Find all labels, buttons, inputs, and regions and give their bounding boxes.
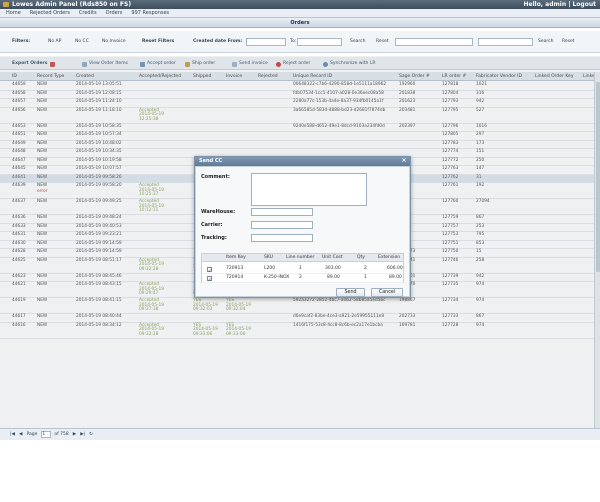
dialog-title-bar: Send CC ×	[195, 157, 410, 166]
items-table: Item Key SKU Line number Unit Cost Qty E…	[201, 253, 404, 283]
item-sku: L200	[264, 266, 276, 271]
tracking-input[interactable]	[251, 234, 313, 242]
items-col-qty: Qty	[357, 255, 365, 260]
filter-bar: Filters: No AP No CC No Invoice Reset Fi…	[0, 31, 600, 53]
item-key: 720913	[226, 266, 244, 271]
warehouse-label: WareHouse:	[201, 209, 236, 215]
status-select[interactable]	[395, 38, 473, 46]
user-area: Hello, admin | Logout	[523, 1, 596, 8]
tracking-label: Tracking:	[201, 235, 227, 241]
item-row: ✓ 720914 K-250-INOX 2 89.00 1 89.00	[202, 274, 403, 283]
item-extension: 606.00	[387, 266, 403, 271]
page-title: Orders	[0, 18, 600, 28]
date-from-input[interactable]	[246, 38, 286, 46]
warehouse-input[interactable]	[251, 208, 313, 216]
date-search-button[interactable]: Search	[350, 38, 365, 46]
app-logo-icon	[3, 2, 9, 7]
comment-textarea[interactable]	[251, 173, 367, 206]
item-qty: 1	[364, 275, 367, 280]
item-checkbox[interactable]: ✓	[207, 267, 212, 274]
carrier-input[interactable]	[251, 221, 313, 229]
text-reset-button[interactable]: Reset	[562, 38, 575, 46]
prev-page-icon[interactable]: ◀	[19, 432, 22, 437]
carrier-label: Carrier:	[201, 222, 223, 228]
date-reset-button[interactable]: Reset	[376, 38, 389, 46]
cancel-button[interactable]: Cancel	[371, 288, 403, 297]
comment-label: Comment:	[201, 174, 230, 180]
filter-no-ap-button[interactable]: No AP	[48, 38, 61, 46]
item-checkbox[interactable]: ✓	[207, 276, 212, 283]
date-from-label: Created date From:	[193, 39, 243, 44]
filter-no-cc-button[interactable]: No CC	[75, 38, 89, 46]
item-row: ✓ 720913 L200 1 303.00 2 606.00	[202, 265, 403, 274]
items-col-extension: Extension	[378, 255, 401, 260]
items-col-line-number: Line number	[286, 255, 315, 260]
title-bar: Lowes Admin Panel (Rds850 on FS) Hello, …	[0, 0, 600, 9]
dialog-title: Send CC	[199, 158, 223, 164]
dialog-body: Comment: WareHouse: Carrier: Tracking: I…	[195, 166, 410, 297]
send-cc-dialog: Send CC × Comment: WareHouse: Carrier: T…	[194, 156, 411, 298]
item-line: 2	[299, 275, 302, 280]
filters-label: Filters:	[12, 39, 31, 44]
menu-item-rejected-orders[interactable]: Rejected Orders	[30, 9, 70, 17]
menu-item-home[interactable]: Home	[6, 9, 21, 17]
items-table-header: Item Key SKU Line number Unit Cost Qty E…	[202, 254, 403, 262]
item-line: 1	[299, 266, 302, 271]
next-page-icon[interactable]: ▶	[73, 432, 76, 437]
item-qty: 2	[364, 266, 367, 271]
page-footer-space	[0, 440, 600, 502]
menu-item-997-responses[interactable]: 997 Responses	[131, 9, 169, 17]
page-input[interactable]: 1	[41, 431, 52, 438]
page-count: of 758	[54, 432, 69, 437]
app-title: Lowes Admin Panel (Rds850 on FS)	[12, 1, 132, 8]
date-to-label: To:	[290, 39, 297, 44]
item-cost: 89.00	[327, 275, 340, 280]
user-greeting: Hello, admin	[523, 1, 567, 8]
last-page-icon[interactable]: ▶|	[80, 432, 85, 437]
menu-item-credits[interactable]: Credits	[79, 9, 97, 17]
item-cost: 303.00	[325, 266, 341, 271]
send-button[interactable]: Send	[336, 288, 365, 297]
date-to-input[interactable]	[297, 38, 342, 46]
menu-item-orders[interactable]: Orders	[106, 9, 123, 17]
item-key: 720914	[226, 275, 244, 280]
item-sku: K-250-INOX	[264, 275, 290, 280]
main-menu: Home Rejected Orders Credits Orders 997 …	[0, 9, 600, 18]
logout-link[interactable]: Logout	[572, 1, 596, 8]
text-search-input[interactable]	[478, 38, 533, 46]
items-col-item-key: Item Key	[226, 255, 246, 260]
grid-pager: |◀ ◀ Page 1 of 758 ▶ ▶| ↻	[0, 428, 600, 440]
items-col-unit-cost: Unit Cost	[322, 255, 343, 260]
filter-no-invoice-button[interactable]: No Invoice	[102, 38, 126, 46]
reset-filters-button[interactable]: Reset Filters	[142, 38, 174, 46]
first-page-icon[interactable]: |◀	[10, 432, 15, 437]
text-search-button[interactable]: Search	[538, 38, 553, 46]
refresh-icon[interactable]: ↻	[89, 432, 93, 437]
close-icon[interactable]: ×	[401, 158, 407, 164]
page-label: Page	[26, 432, 38, 437]
item-extension: 89.00	[389, 275, 402, 280]
items-col-sku: SKU	[264, 255, 273, 260]
